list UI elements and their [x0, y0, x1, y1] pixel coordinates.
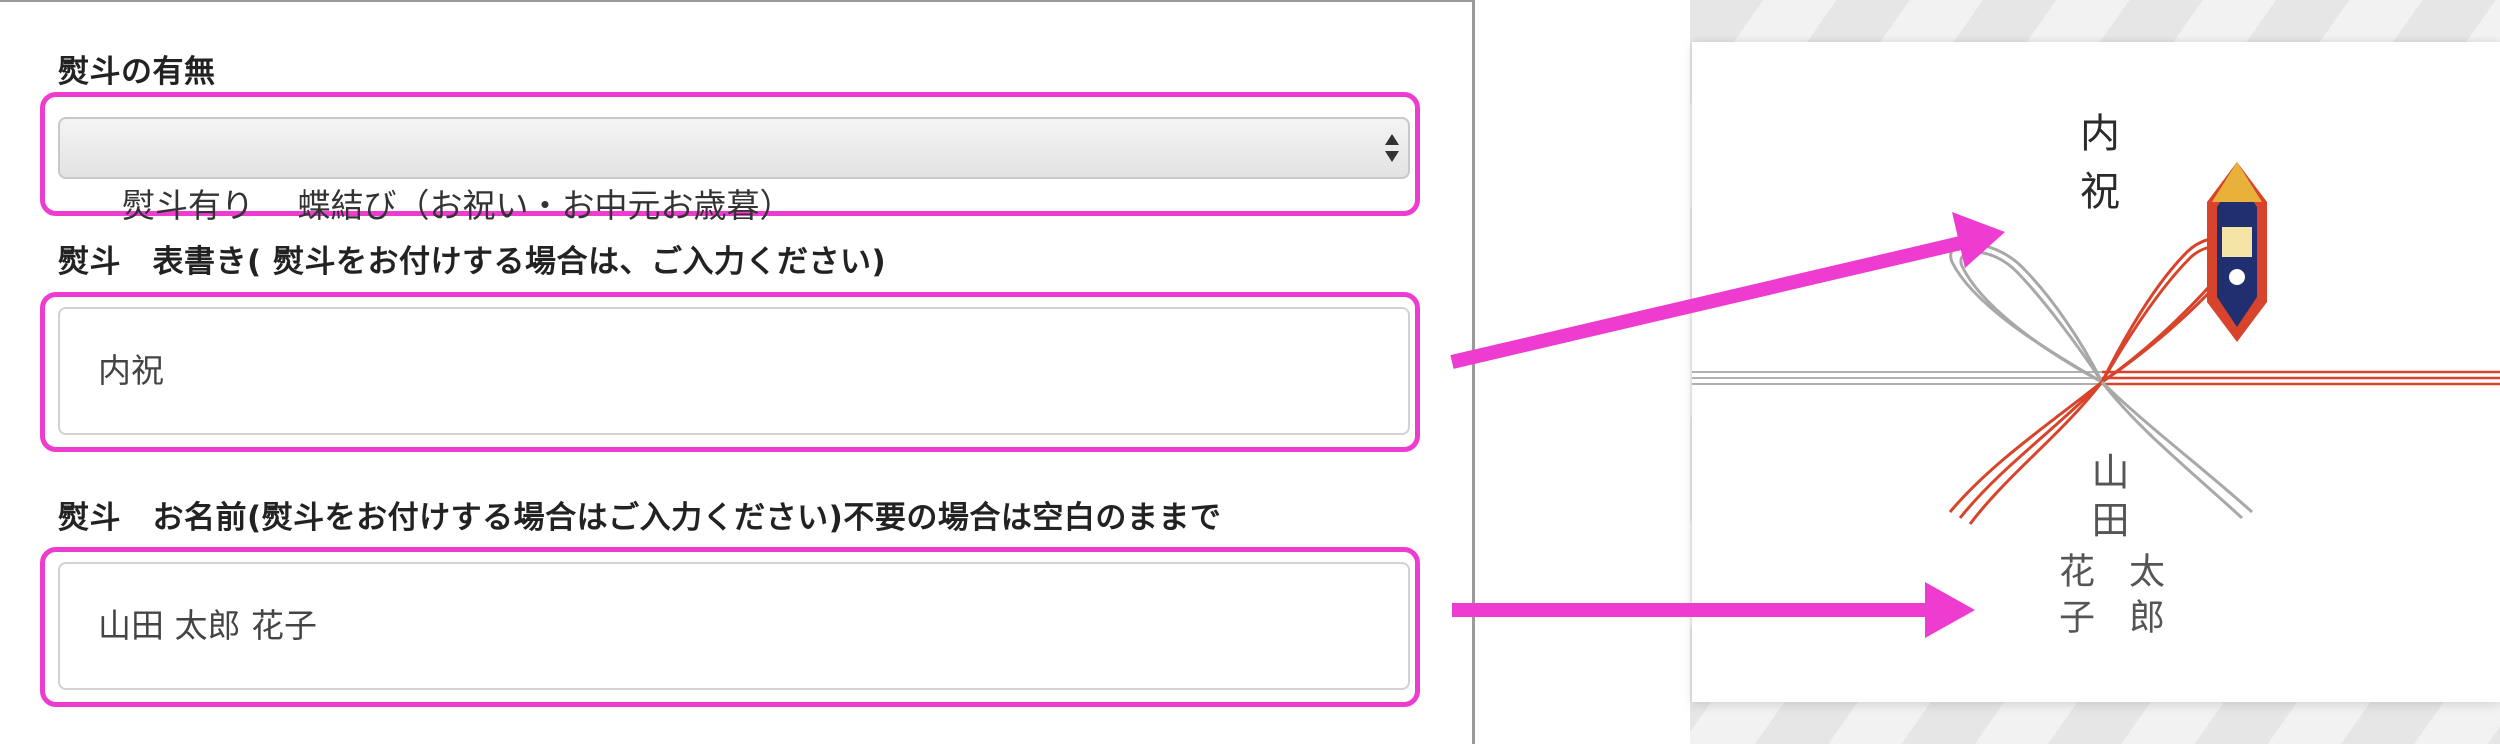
noshi-ornament-icon: [2207, 162, 2267, 342]
noshi-given-name-1-text: 太郎: [2123, 552, 2164, 644]
noshi-omotegaki-text: 内祝: [2073, 112, 2119, 228]
noshi-surname-text: 山田: [2085, 452, 2129, 548]
updown-chevron-icon: [1385, 134, 1399, 162]
noshi-presence-selected-value: 熨斗有り 蝶結び（お祝い・お中元お歳暮）: [121, 186, 793, 225]
omotegaki-input[interactable]: 内祝: [58, 307, 1410, 435]
name-label: 熨斗 お名前(熨斗をお付けする場合はご入力ください)不要の場合は空白のままで: [58, 500, 1222, 536]
noshi-presence-select[interactable]: 熨斗有り 蝶結び（お祝い・お中元お歳暮）: [58, 117, 1410, 225]
omotegaki-label: 熨斗 表書き( 熨斗をお付けする場合は、ご入力ください): [58, 244, 887, 280]
noshi-form-panel: 熨斗の有無 熨斗有り 蝶結び（お祝い・お中元お歳暮） 熨斗 表書き( 熨斗をお付…: [0, 0, 1475, 744]
noshi-presence-label: 熨斗の有無: [58, 54, 216, 90]
noshi-gift-preview: 内祝 山田 太郎 花子: [1690, 0, 2500, 744]
noshi-given-name-2-text: 花子: [2053, 552, 2094, 644]
noshi-paper: 内祝 山田 太郎 花子: [1692, 42, 2500, 702]
name-input[interactable]: 山田 太郎 花子: [58, 562, 1410, 690]
